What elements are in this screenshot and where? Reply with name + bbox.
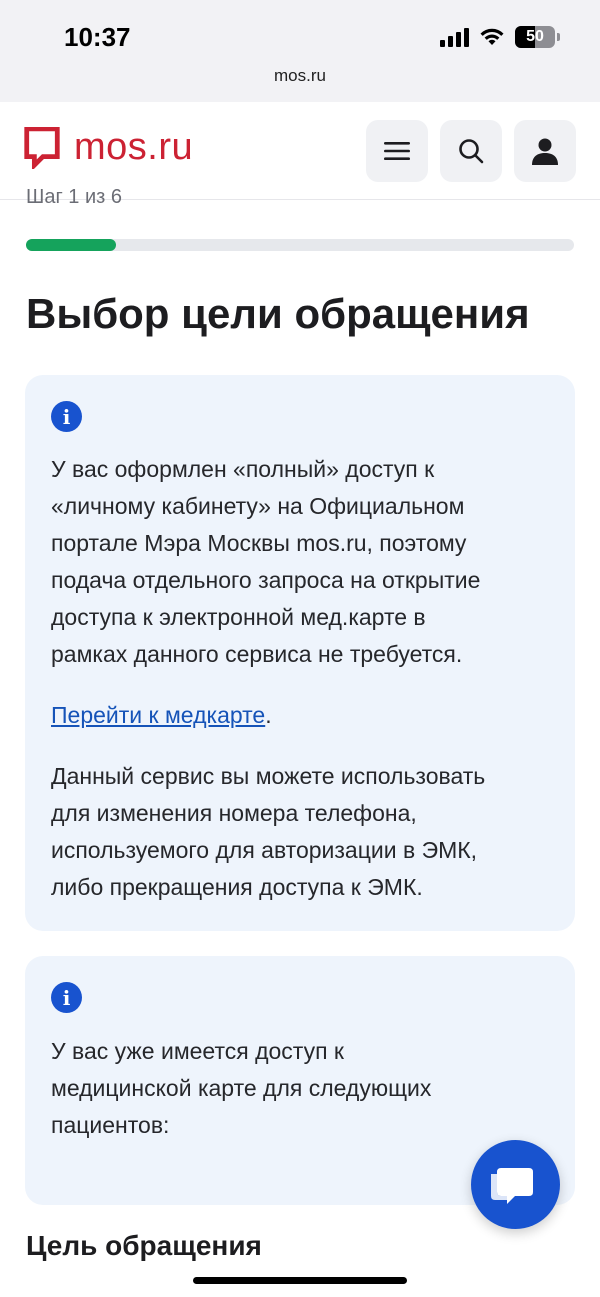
info-card-full-access: i У вас оформлен «полный» доступ к «личн… xyxy=(25,375,575,931)
chat-icon xyxy=(491,1168,533,1204)
info-line: доступа к электронной мед.карте в xyxy=(51,604,426,630)
info-line: У вас уже имеется доступ к xyxy=(51,1038,344,1064)
info-line: портале Мэра Москвы mos.ru, поэтому xyxy=(51,530,467,556)
medcard-link[interactable]: Перейти к медкарте xyxy=(51,702,265,728)
info-icon: i xyxy=(51,401,82,432)
user-icon xyxy=(532,138,558,165)
battery-level: 50 xyxy=(526,28,544,45)
info-line: либо прекращения доступа к ЭМК. xyxy=(51,874,423,900)
progress-bar xyxy=(26,239,574,251)
status-time: 10:37 xyxy=(64,22,131,52)
logo-icon xyxy=(24,126,60,169)
chat-button[interactable] xyxy=(471,1140,560,1229)
wifi-icon xyxy=(480,28,504,45)
info-line: медицинской карте для следующих xyxy=(51,1075,432,1101)
cellular-signal-icon xyxy=(440,27,469,47)
page-title: Выбор цели обращения xyxy=(26,290,530,337)
info-icon: i xyxy=(51,982,82,1013)
home-indicator xyxy=(193,1277,407,1284)
info-line: используемого для авторизации в ЭМК, xyxy=(51,837,478,863)
menu-button[interactable] xyxy=(366,120,428,182)
info-line: У вас оформлен «полный» доступ к xyxy=(51,456,435,482)
info-line: подача отдельного запроса на открытие xyxy=(51,567,481,593)
info-text: У вас оформлен «полный» доступ к «личном… xyxy=(51,451,551,673)
existing-access-text: У вас уже имеется доступ к медицинской к… xyxy=(51,1033,551,1144)
section-title: Цель обращения xyxy=(26,1230,262,1261)
service-description: Данный сервис вы можете использовать для… xyxy=(51,758,551,906)
status-icons: 50 xyxy=(440,26,560,48)
hamburger-icon xyxy=(384,142,410,160)
info-line: пациентов: xyxy=(51,1112,170,1138)
search-button[interactable] xyxy=(440,120,502,182)
medcard-link-row: Перейти к медкарте. xyxy=(51,697,272,734)
info-line: рамках данного сервиса не требуется. xyxy=(51,641,463,667)
status-bar: 10:37 50 mos.ru xyxy=(0,0,600,102)
profile-button[interactable] xyxy=(514,120,576,182)
logo[interactable]: mos.ru xyxy=(24,126,193,169)
search-icon xyxy=(459,139,484,164)
info-line: «личному кабинету» на Официальном xyxy=(51,493,465,519)
url-bar[interactable]: mos.ru xyxy=(0,66,600,86)
battery-icon: 50 xyxy=(515,26,555,48)
info-line: для изменения номера телефона, xyxy=(51,800,417,826)
link-suffix: . xyxy=(265,702,272,728)
logo-text: mos.ru xyxy=(74,126,194,168)
info-line: Данный сервис вы можете использовать xyxy=(51,763,486,789)
progress-fill xyxy=(26,239,117,251)
